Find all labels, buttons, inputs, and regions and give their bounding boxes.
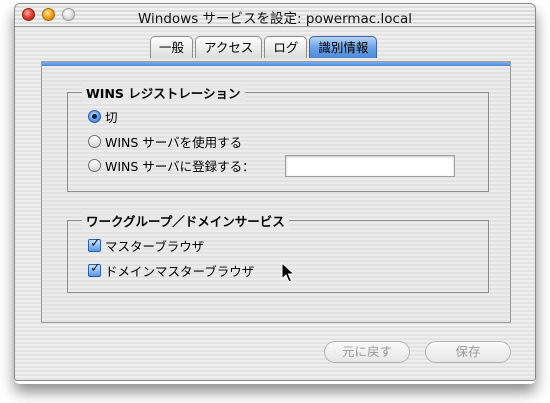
wins-option-off[interactable]: 切 [88,107,118,126]
save-button[interactable]: 保存 [425,341,511,363]
tab-general[interactable]: 一般 [150,36,194,58]
panel-accent-bar [42,62,510,66]
tab-panel: WINS レジストレーション 切 WINS サーバを使用する WINS サーバに… [41,61,511,323]
mouse-pointer-icon [281,262,295,283]
checkbox-checked[interactable] [88,236,101,252]
wins-option-use-server-label: WINS サーバを使用する [105,135,243,150]
wins-option-off-label: 切 [105,110,118,125]
window-title: Windows サービスを設定: powermac.local [138,11,412,27]
title-bar[interactable]: Windows サービスを設定: powermac.local [15,4,535,27]
master-browser-option[interactable]: マスターブラウザ [88,236,204,255]
wins-option-register-server-label: WINS サーバに登録する： [105,159,255,174]
radio-button-selected[interactable] [88,110,101,123]
settings-window: Windows サービスを設定: powermac.local 一般 アクセス … [14,3,536,381]
wins-option-register-server[interactable]: WINS サーバに登録する： [88,156,255,175]
domain-master-browser-label: ドメインマスターブラウザ [105,264,255,279]
tab-access[interactable]: アクセス [195,36,263,58]
workgroup-domain-group: ワークグループ／ドメインサービス [67,211,489,293]
domain-master-browser-option[interactable]: ドメインマスターブラウザ [88,261,254,280]
radio-button[interactable] [88,135,101,148]
wins-option-use-server[interactable]: WINS サーバを使用する [88,132,242,151]
tab-log[interactable]: ログ [264,36,308,58]
tab-identity[interactable]: 識別情報 [309,36,378,58]
revert-button[interactable]: 元に戻す [324,341,410,363]
workgroup-domain-heading: ワークグループ／ドメインサービス [82,211,289,230]
wins-server-field[interactable] [285,155,455,177]
wins-registration-heading: WINS レジストレーション [82,83,245,102]
checkbox-checked[interactable] [88,261,101,277]
master-browser-label: マスターブラウザ [105,239,205,254]
radio-button[interactable] [88,159,101,172]
tab-bar: 一般 アクセス ログ 識別情報 [150,36,379,58]
